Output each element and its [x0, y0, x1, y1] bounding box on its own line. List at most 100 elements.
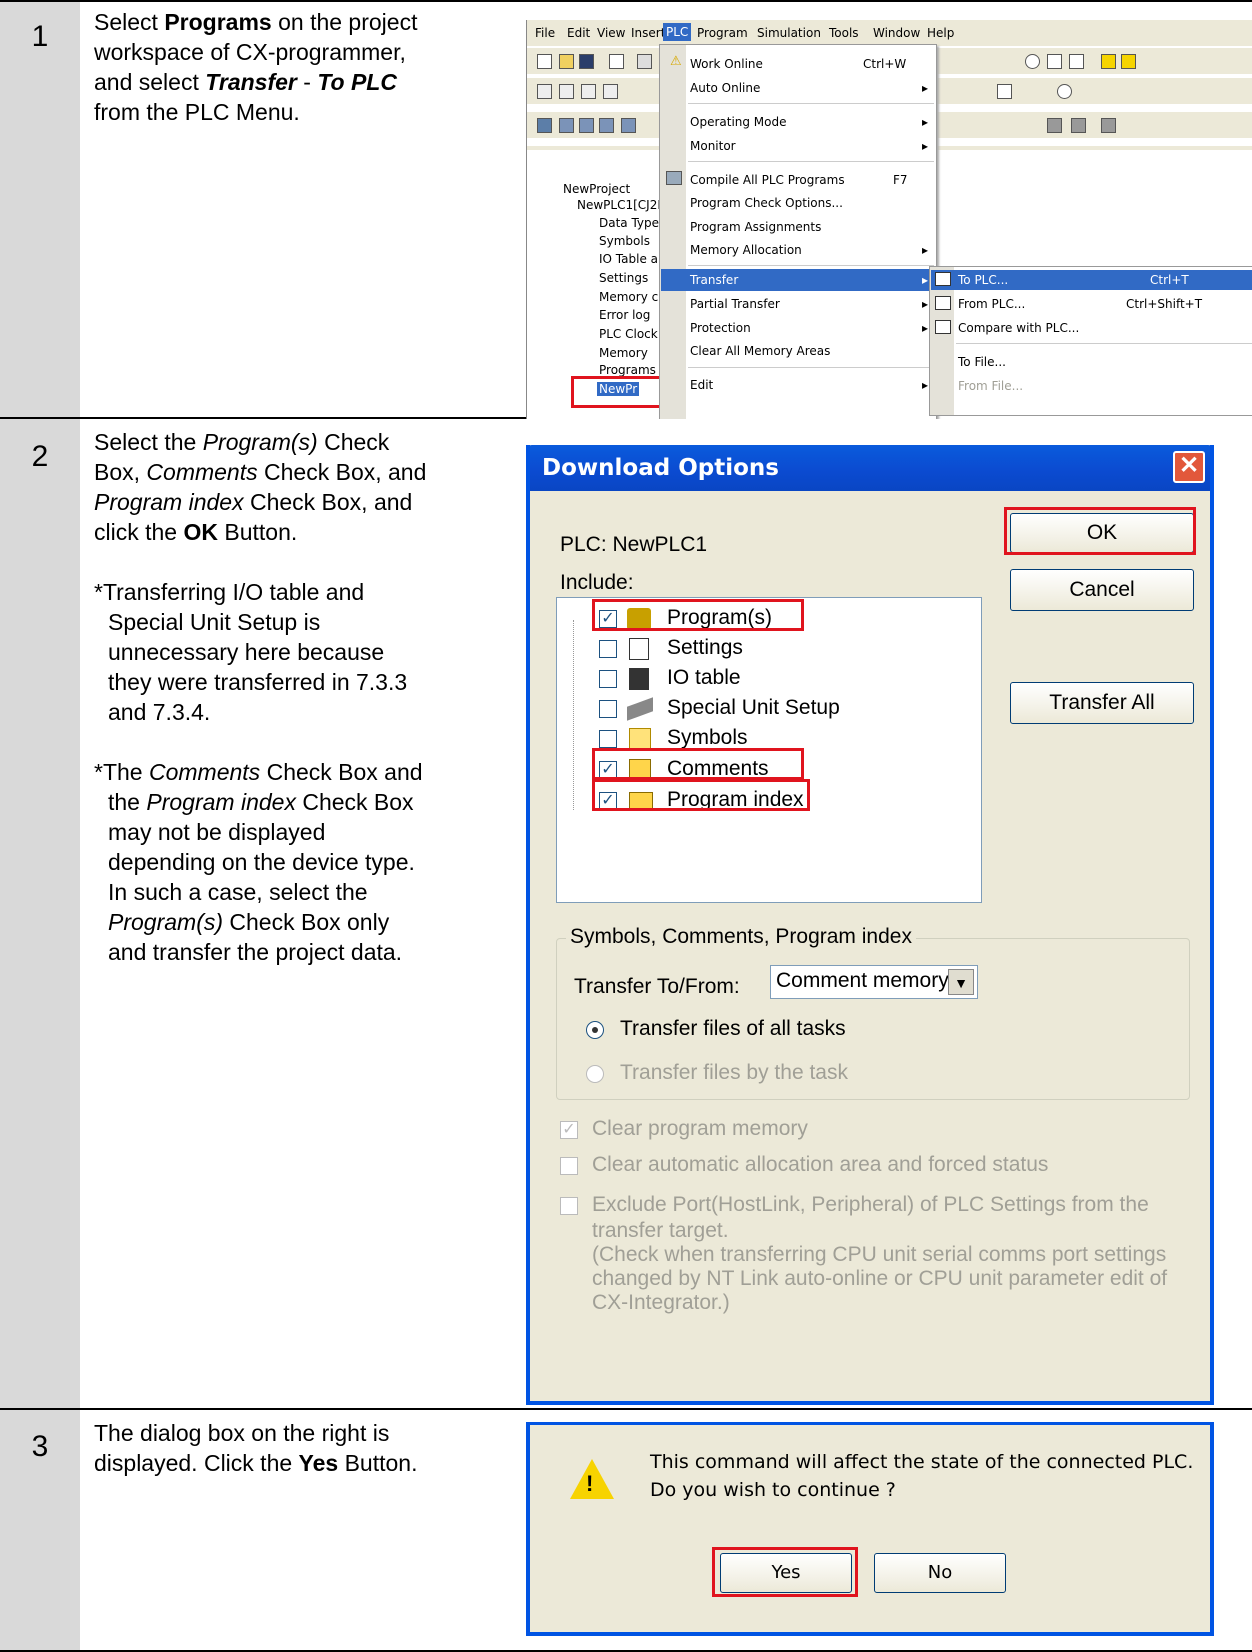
zoom-icon[interactable]	[537, 84, 552, 99]
from-plc-item[interactable]: From PLC...	[958, 297, 1025, 311]
radio-by-task[interactable]	[586, 1065, 604, 1083]
menu-file[interactable]: File	[535, 26, 555, 40]
to-file-item[interactable]: To File...	[958, 355, 1006, 369]
step-1-instructions: Select Programs on the project workspace…	[94, 9, 418, 125]
work-online-toolbar-icon[interactable]	[1101, 54, 1116, 69]
print-icon[interactable]	[637, 54, 652, 69]
to-plc-icon	[935, 272, 951, 286]
cut-icon[interactable]	[559, 84, 574, 99]
menu-program[interactable]: Program	[697, 26, 748, 40]
find-icon[interactable]	[581, 84, 596, 99]
settings-checkbox[interactable]	[599, 640, 617, 658]
check-options-item[interactable]: Program Check Options...	[690, 196, 843, 210]
from-plc-icon	[935, 296, 951, 310]
highlight-programs-checkbox	[592, 599, 804, 631]
grid-icon-3[interactable]	[1101, 118, 1116, 133]
copy-icon[interactable]	[609, 54, 624, 69]
menu-window[interactable]: Window	[873, 26, 920, 40]
exclude-port-checkbox[interactable]	[560, 1197, 578, 1215]
exclude-note-1: (Check when transferring CPU unit serial…	[592, 1243, 1167, 1266]
settings-node[interactable]: Settings	[599, 271, 648, 285]
menu-view[interactable]: View	[597, 26, 625, 40]
programs-node[interactable]: Programs	[599, 363, 656, 377]
io-table-checkbox[interactable]	[599, 670, 617, 688]
transfer-all-button[interactable]: Transfer All	[1010, 682, 1194, 724]
operating-mode-item[interactable]: Operating Mode	[690, 115, 787, 129]
close-icon[interactable]: ✕	[1173, 451, 1205, 483]
transfer-to-label: Transfer To/From:	[574, 975, 740, 998]
project-node[interactable]: NewProject	[563, 182, 630, 196]
menu-edit[interactable]: Edit	[567, 26, 590, 40]
help-icon[interactable]	[1047, 54, 1062, 69]
io-table-node[interactable]: IO Table a	[599, 252, 658, 266]
coil-icon[interactable]	[1057, 84, 1072, 99]
partial-transfer-item[interactable]: Partial Transfer	[690, 297, 780, 311]
work-online-item[interactable]: Work Online	[690, 57, 763, 71]
submenu-arrow-icon: ▸	[922, 321, 929, 335]
special-unit-icon	[627, 697, 653, 721]
view-icon-3[interactable]	[579, 118, 594, 133]
context-help-icon[interactable]	[1069, 54, 1084, 69]
special-unit-checkbox[interactable]	[599, 700, 617, 718]
symbols-icon	[629, 728, 651, 750]
new-file-icon[interactable]	[537, 54, 552, 69]
confirm-message-2: Do you wish to continue ?	[650, 1479, 896, 1501]
exclude-note-3: CX-Integrator.)	[592, 1291, 730, 1314]
clear-memory-item[interactable]: Clear All Memory Areas	[690, 344, 830, 358]
memory-allocation-item[interactable]: Memory Allocation	[690, 243, 802, 257]
memory-node[interactable]: Memory	[599, 346, 648, 360]
submenu-arrow-icon: ▸	[922, 139, 929, 153]
to-plc-item[interactable]: To PLC...	[958, 273, 1008, 287]
compile-item[interactable]: Compile All PLC Programs	[690, 173, 845, 187]
info-icon[interactable]	[1025, 54, 1040, 69]
symbols-node[interactable]: Symbols	[599, 234, 650, 248]
assignments-item[interactable]: Program Assignments	[690, 220, 821, 234]
plc-clock-node[interactable]: PLC Clock	[599, 327, 658, 341]
transfer-item[interactable]: Transfer	[690, 273, 738, 287]
save-icon[interactable]	[579, 54, 594, 69]
menu-simulation[interactable]: Simulation	[757, 26, 821, 40]
no-button[interactable]: No	[874, 1553, 1006, 1593]
menu-plc[interactable]: PLC	[663, 23, 692, 41]
memory-card-node[interactable]: Memory ca	[599, 290, 666, 304]
menu-tools[interactable]: Tools	[829, 26, 859, 40]
open-folder-icon[interactable]	[559, 54, 574, 69]
step-number: 1	[31, 20, 49, 53]
compare-item[interactable]: Compare with PLC...	[958, 321, 1079, 335]
clear-program-memory-checkbox[interactable]: ✓	[560, 1121, 578, 1139]
view-icon-5[interactable]	[621, 118, 636, 133]
replace-icon[interactable]	[603, 84, 618, 99]
download-options-dialog: Download Options ✕ PLC: NewPLC1 Include:…	[526, 445, 1214, 1405]
from-file-item[interactable]: From File...	[958, 379, 1023, 393]
include-label: Include:	[560, 571, 634, 594]
monitor-item[interactable]: Monitor	[690, 139, 736, 153]
submenu-arrow-icon: ▸	[922, 297, 929, 311]
comment-memory-value: Comment memory	[776, 969, 949, 992]
view-icon-4[interactable]	[599, 118, 614, 133]
view-icon-1[interactable]	[537, 118, 552, 133]
submenu-arrow-icon: ▸	[922, 81, 929, 95]
protection-item[interactable]: Protection	[690, 321, 751, 335]
menu-help[interactable]: Help	[927, 26, 954, 40]
clear-auto-allocation-checkbox[interactable]	[560, 1157, 578, 1175]
grid-icon-2[interactable]	[1071, 118, 1086, 133]
submenu-arrow-icon: ▸	[922, 378, 929, 392]
data-type-node[interactable]: Data Type	[599, 216, 659, 230]
auto-online-item[interactable]: Auto Online	[690, 81, 760, 95]
view-icon-2[interactable]	[559, 118, 574, 133]
highlight-comments-checkbox	[592, 748, 804, 780]
menu-insert[interactable]: Insert	[631, 26, 665, 40]
plc-node[interactable]: NewPLC1[CJ2M	[577, 198, 668, 212]
grid-icon-1[interactable]	[1047, 118, 1062, 133]
radio-by-task-label: Transfer files by the task	[620, 1061, 848, 1084]
warning-mark: !	[586, 1471, 594, 1496]
error-log-node[interactable]: Error log	[599, 308, 650, 322]
symbols-checkbox[interactable]	[599, 730, 617, 748]
step-column	[0, 419, 80, 1408]
toggle-icon[interactable]	[1121, 54, 1136, 69]
edit-item[interactable]: Edit	[690, 378, 713, 392]
transfer-submenu: To PLC... Ctrl+T From PLC... Ctrl+Shift+…	[929, 266, 1252, 416]
contact-icon[interactable]	[997, 84, 1012, 99]
cancel-button[interactable]: Cancel	[1010, 569, 1194, 611]
chevron-down-icon[interactable]: ▼	[948, 969, 974, 995]
